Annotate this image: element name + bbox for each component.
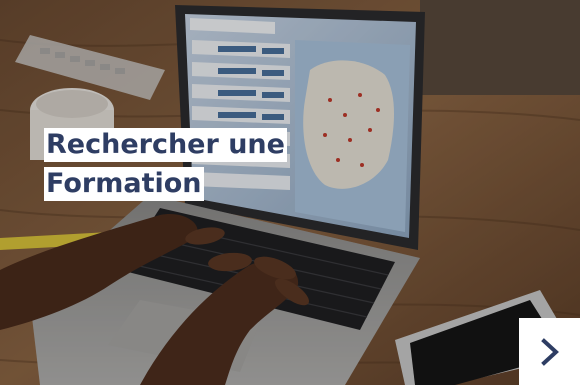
next-button[interactable] [519,318,580,385]
card-title[interactable]: Rechercher une Formation [44,128,287,206]
title-line-2: Formation [44,167,204,201]
title-line-1: Rechercher une [44,128,287,162]
chevron-right-icon [540,337,559,366]
search-training-card[interactable]: Rechercher une Formation [0,0,580,385]
